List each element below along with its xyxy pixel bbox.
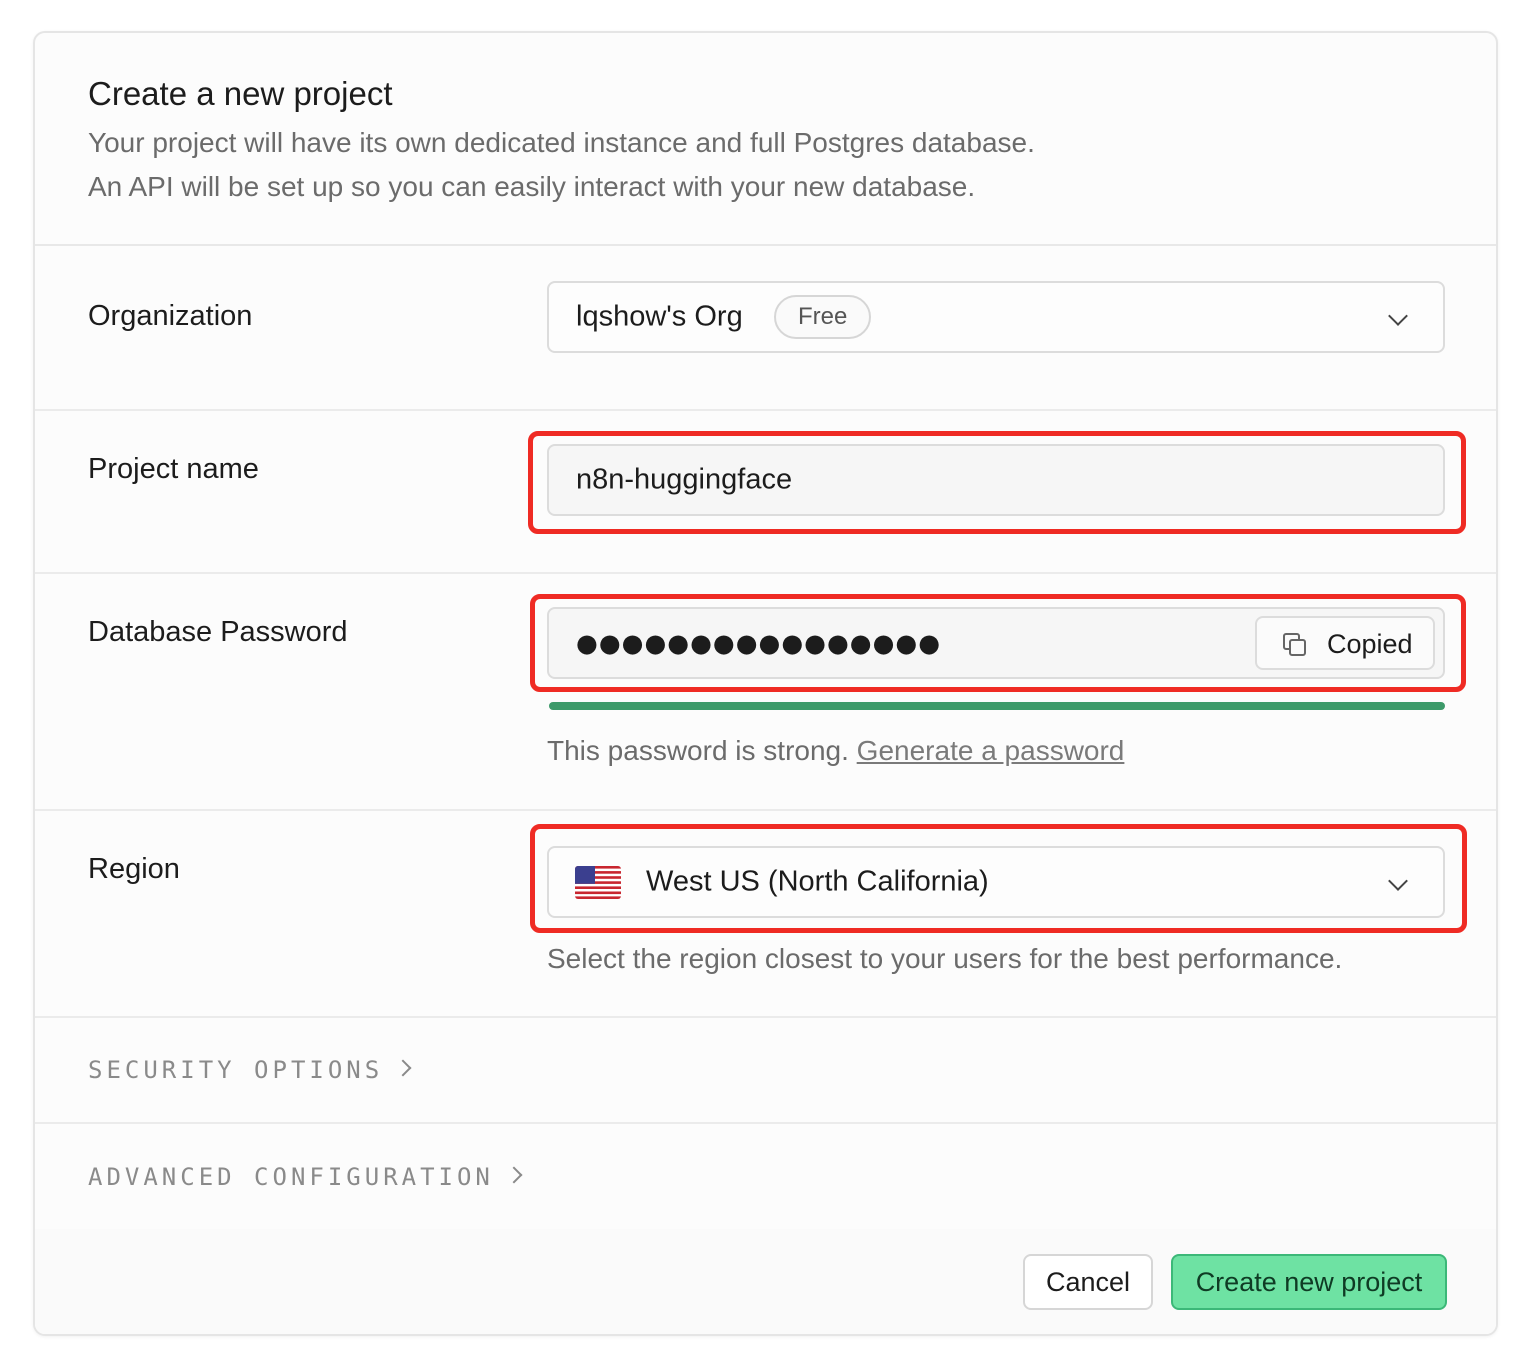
region-help-text: Select the region closest to your users …: [547, 943, 1343, 974]
dialog-header: Create a new project Your project will h…: [35, 33, 1496, 246]
chevron-down-icon: [1388, 871, 1408, 891]
security-options-row[interactable]: SECURITY OPTIONS: [35, 1016, 1496, 1124]
organization-select[interactable]: lqshow's Org Free: [547, 281, 1445, 353]
organization-label: Organization: [88, 300, 253, 332]
region-label: Region: [88, 853, 180, 885]
create-new-project-button[interactable]: Create new project: [1171, 1254, 1447, 1310]
region-select[interactable]: West US (North California): [547, 846, 1445, 918]
chevron-right-icon: [394, 1059, 412, 1077]
organization-value: lqshow's Org: [576, 300, 743, 333]
dialog-description-line1: Your project will have its own dedicated…: [88, 127, 1035, 158]
region-value: West US (North California): [646, 865, 989, 898]
advanced-configuration-row[interactable]: ADVANCED CONFIGURATION: [35, 1122, 1496, 1231]
copy-button-label: Copied: [1327, 629, 1413, 659]
database-password-input[interactable]: ●●●●●●●●●●●●●●●● Copied: [547, 607, 1445, 679]
project-name-value: n8n-huggingface: [576, 463, 793, 496]
chevron-right-icon: [505, 1166, 523, 1184]
project-name-row: Project name n8n-huggingface: [35, 409, 1496, 574]
project-name-label: Project name: [88, 453, 259, 485]
advanced-configuration-label: ADVANCED CONFIGURATION: [88, 1163, 494, 1191]
organization-row: Organization lqshow's Org Free: [35, 244, 1496, 411]
dialog-description-line2: An API will be set up so you can easily …: [88, 171, 976, 202]
dialog-footer: Cancel Create new project: [35, 1229, 1496, 1334]
plan-badge: Free: [774, 295, 872, 339]
generate-password-link[interactable]: Generate a password: [857, 735, 1125, 766]
security-options-toggle[interactable]: SECURITY OPTIONS: [88, 1056, 412, 1084]
security-options-label: SECURITY OPTIONS: [88, 1056, 384, 1084]
advanced-configuration-toggle[interactable]: ADVANCED CONFIGURATION: [88, 1163, 523, 1191]
chevron-down-icon: [1388, 306, 1408, 326]
copy-password-button[interactable]: Copied: [1255, 616, 1435, 670]
us-flag-icon: [575, 866, 621, 899]
region-row: Region West US (North California) Select…: [35, 809, 1496, 1018]
database-password-row: Database Password ●●●●●●●●●●●●●●●● Copie…: [35, 572, 1496, 811]
cancel-button[interactable]: Cancel: [1023, 1254, 1153, 1310]
database-password-label: Database Password: [88, 616, 348, 648]
create-project-dialog: Create a new project Your project will h…: [33, 31, 1498, 1336]
project-name-input[interactable]: n8n-huggingface: [547, 444, 1445, 516]
dialog-title: Create a new project: [88, 75, 393, 112]
password-masked-value: ●●●●●●●●●●●●●●●●: [576, 628, 942, 658]
password-strength-help: This password is strong. Generate a pass…: [547, 735, 1124, 767]
copy-icon: [1283, 633, 1306, 656]
password-strength-bar: [549, 702, 1445, 710]
password-strength-text: This password is strong.: [547, 735, 849, 766]
